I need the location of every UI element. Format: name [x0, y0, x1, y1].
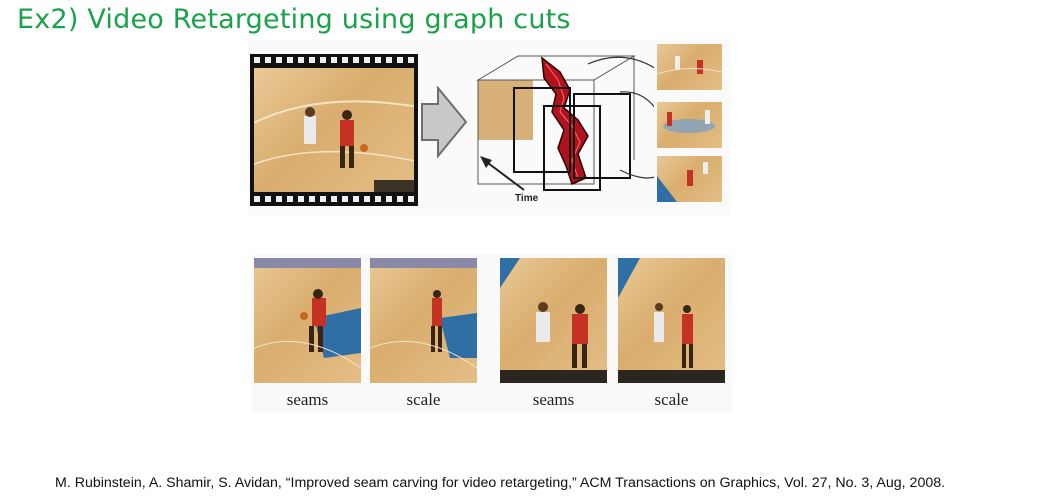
output-frame-2: [657, 102, 722, 148]
film-strip-image: [250, 54, 418, 206]
caption-seams-1: seams: [286, 390, 329, 409]
citation-text: M. Rubinstein, A. Shamir, S. Avidan, “Im…: [55, 475, 946, 491]
caption-scale-1: scale: [406, 390, 441, 409]
result-seams-2: [500, 258, 607, 383]
court-scene: [254, 100, 414, 192]
output-frame-1: [657, 44, 722, 90]
time-axis-label: Time: [515, 193, 539, 204]
result-seams-1: [254, 258, 361, 383]
caption-scale-2: scale: [654, 390, 689, 409]
slide-title: Ex2) Video Retargeting using graph cuts: [17, 4, 571, 35]
process-arrow: [421, 86, 468, 158]
output-frame-3: [657, 156, 722, 202]
film-sprockets-bottom: [254, 196, 414, 202]
caption-seams-2: seams: [532, 390, 575, 409]
result-scale-1: [370, 258, 477, 383]
film-frame: [254, 68, 414, 192]
film-sprockets-top: [254, 57, 414, 63]
result-scale-2: [618, 258, 725, 383]
space-time-volume-diagram: [476, 55, 654, 191]
